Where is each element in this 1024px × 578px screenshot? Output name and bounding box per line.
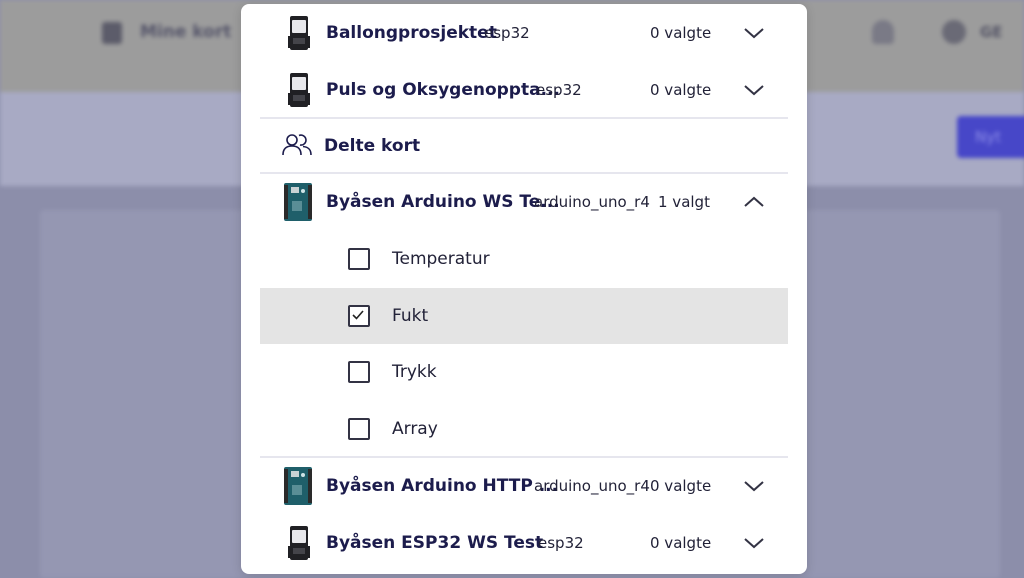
esp32-board-icon xyxy=(288,16,310,50)
board-name: Byåsen Arduino WS Te... xyxy=(326,192,560,212)
esp32-board-icon xyxy=(288,526,310,560)
board-sensor-dropdown: Ballongprosjektet esp32 0 valgte Puls og… xyxy=(241,4,807,574)
selected-count: 0 valgte xyxy=(650,477,712,495)
chevron-down-icon[interactable] xyxy=(742,23,766,43)
arduino-board-icon xyxy=(284,467,312,505)
user-icon xyxy=(942,20,966,44)
bell-icon xyxy=(872,20,894,44)
board-type: arduino_uno_r4 xyxy=(534,193,650,211)
board-type: esp32 xyxy=(536,81,582,99)
chevron-down-icon[interactable] xyxy=(742,533,766,553)
board-row[interactable]: Ballongprosjektet esp32 0 valgte xyxy=(260,5,788,61)
app-title: Mine kort xyxy=(140,22,232,42)
esp32-board-icon xyxy=(288,73,310,107)
board-name: Puls og Oksygenoppta... xyxy=(326,80,560,100)
selected-count: 1 valgt xyxy=(658,193,710,211)
board-row[interactable]: Byåsen ESP32 WS Test esp32 0 valgte xyxy=(260,515,788,571)
sensor-label: Array xyxy=(392,419,438,439)
selected-count: 0 valgte xyxy=(650,534,712,552)
users-icon xyxy=(282,134,312,156)
selected-count: 0 valgte xyxy=(650,81,712,99)
menu-icon xyxy=(102,22,122,44)
board-type: esp32 xyxy=(484,24,530,42)
sensor-label: Temperatur xyxy=(392,249,490,269)
chevron-down-icon[interactable] xyxy=(742,80,766,100)
sensor-item-temperatur[interactable]: Temperatur xyxy=(260,231,788,287)
checkbox[interactable] xyxy=(348,248,370,270)
board-row[interactable]: Puls og Oksygenoppta... esp32 0 valgte xyxy=(260,62,788,118)
sensor-label: Trykk xyxy=(392,362,437,382)
board-row[interactable]: Byåsen Arduino HTTP ... arduino_uno_r4 0… xyxy=(260,458,788,514)
shared-boards-header: Delte kort xyxy=(260,118,788,174)
checkbox[interactable] xyxy=(348,361,370,383)
arduino-board-icon xyxy=(284,183,312,221)
sensor-item-array[interactable]: Array xyxy=(260,401,788,457)
board-name: Ballongprosjektet xyxy=(326,23,497,43)
new-button: Nyt xyxy=(957,116,1024,158)
checkbox[interactable] xyxy=(348,418,370,440)
checkbox-checked[interactable] xyxy=(348,305,370,327)
chevron-up-icon[interactable] xyxy=(742,192,766,212)
board-row-expanded[interactable]: Byåsen Arduino WS Te... arduino_uno_r4 1… xyxy=(260,174,788,230)
sensor-item-fukt[interactable]: Fukt xyxy=(260,288,788,344)
chevron-down-icon[interactable] xyxy=(742,476,766,496)
selected-count: 0 valgte xyxy=(650,24,712,42)
board-type: esp32 xyxy=(538,534,584,552)
user-initials: GE xyxy=(980,23,1003,41)
checkmark-icon xyxy=(352,310,364,320)
shared-boards-label: Delte kort xyxy=(324,136,421,156)
board-name: Byåsen ESP32 WS Test xyxy=(326,533,544,553)
board-name: Byåsen Arduino HTTP ... xyxy=(326,476,559,496)
board-type: arduino_uno_r4 xyxy=(534,477,650,495)
sensor-label: Fukt xyxy=(392,306,429,326)
sensor-item-trykk[interactable]: Trykk xyxy=(260,344,788,400)
